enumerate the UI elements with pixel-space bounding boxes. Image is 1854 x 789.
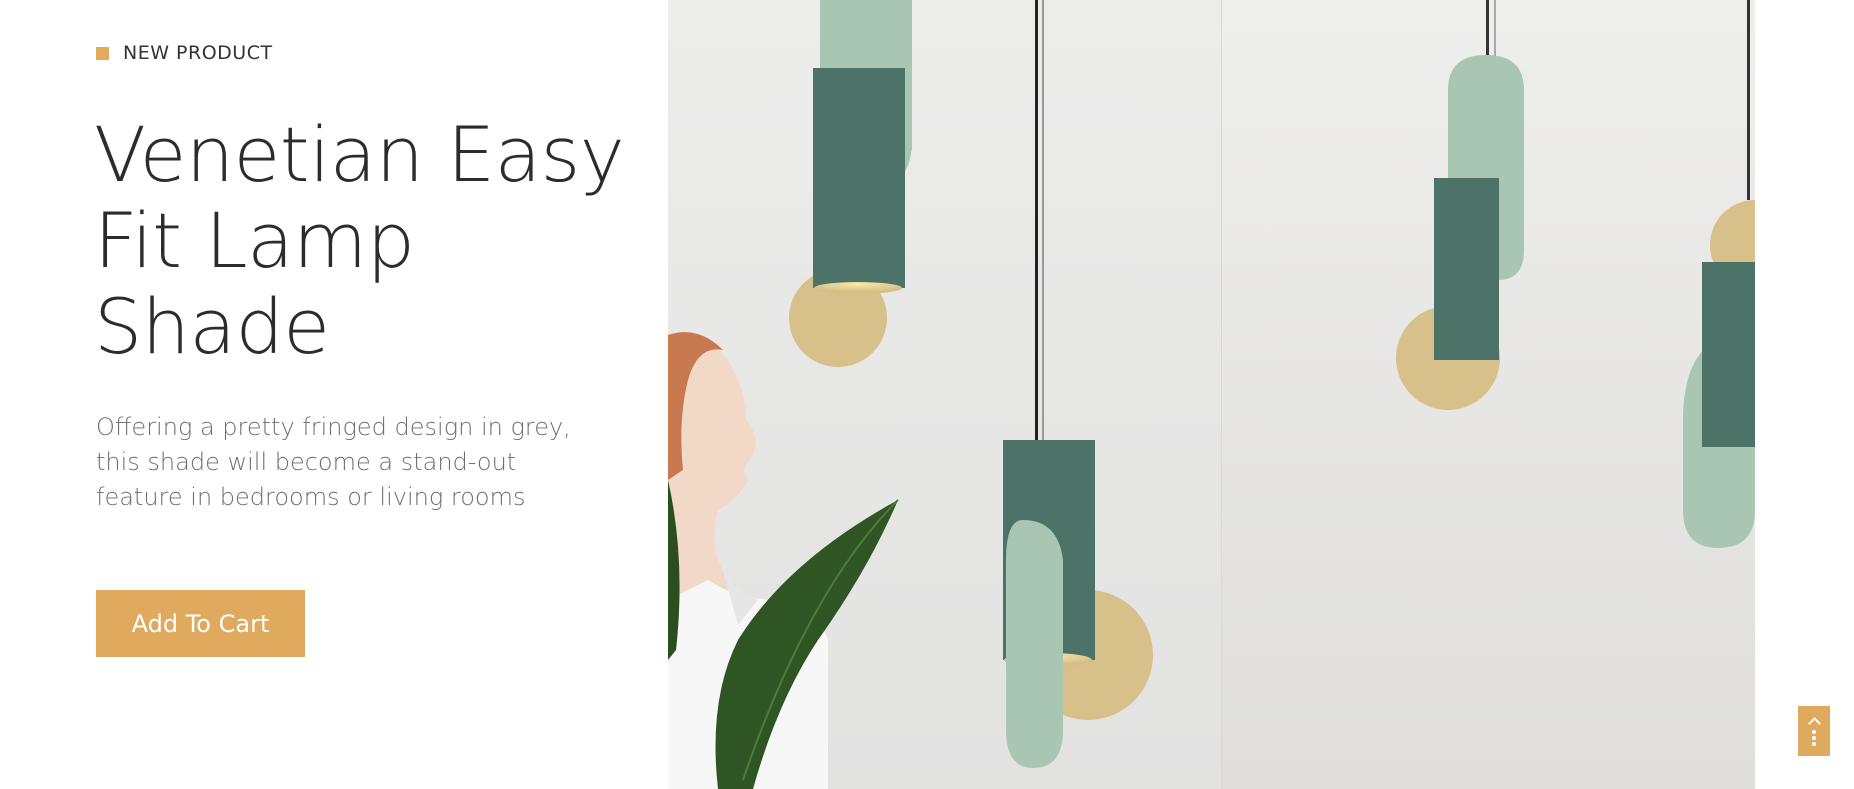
eyebrow-square-icon bbox=[96, 46, 109, 60]
menu-dot-icon bbox=[1812, 736, 1816, 740]
eyebrow: NEW PRODUCT bbox=[96, 42, 273, 64]
menu-dot-icon bbox=[1812, 742, 1816, 746]
menu-dot-icon bbox=[1812, 730, 1816, 734]
lamp-photo-illustration bbox=[668, 0, 1755, 789]
chevron-up-icon bbox=[1807, 717, 1821, 730]
eyebrow-label: NEW PRODUCT bbox=[123, 42, 273, 64]
scroll-up-button[interactable] bbox=[1798, 706, 1830, 756]
title-line: Venetian Easy bbox=[94, 110, 625, 199]
hero-image bbox=[668, 0, 1755, 789]
add-to-cart-button[interactable]: Add To Cart bbox=[96, 590, 305, 657]
product-title: Venetian Easy Fit Lamp Shade bbox=[94, 112, 654, 370]
product-description: Offering a pretty fringed design in grey… bbox=[96, 413, 571, 511]
title-line: Fit Lamp bbox=[94, 196, 415, 285]
hero-text-panel: NEW PRODUCT Venetian Easy Fit Lamp Shade… bbox=[0, 0, 668, 789]
title-line: Shade bbox=[94, 282, 330, 371]
